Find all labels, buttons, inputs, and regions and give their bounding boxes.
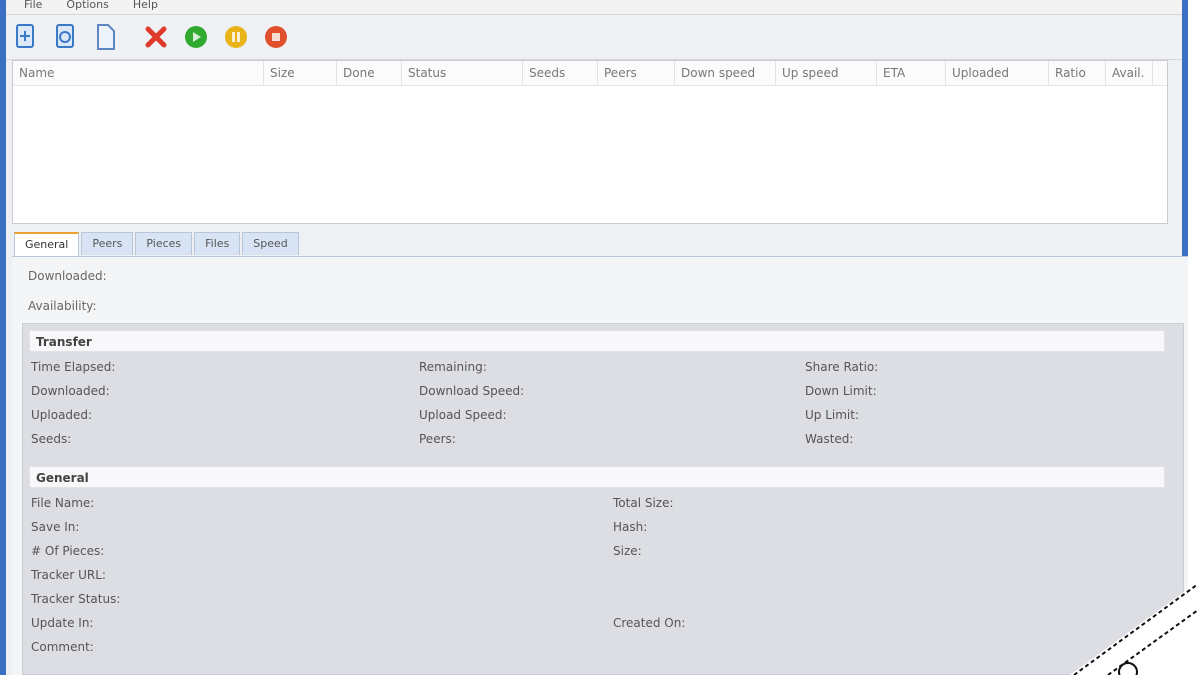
comment-label: Comment: — [31, 640, 94, 654]
toolbar — [6, 15, 1182, 60]
column-down-speed[interactable]: Down speed — [675, 61, 776, 85]
new-torrent-button[interactable] — [92, 23, 120, 51]
pieces-count-label: # Of Pieces: — [31, 544, 105, 558]
details-content: Transfer Time Elapsed: Downloaded: Uploa… — [22, 323, 1184, 675]
stop-button[interactable] — [262, 23, 290, 51]
column-up-speed[interactable]: Up speed — [776, 61, 877, 85]
transfer-uploaded-label: Uploaded: — [31, 408, 93, 422]
share-ratio-label: Share Ratio: — [805, 360, 879, 374]
update-in-label: Update In: — [31, 616, 94, 630]
general-section-title: General — [29, 466, 1165, 488]
downloaded-label: Downloaded: — [28, 269, 107, 283]
start-icon — [185, 26, 207, 48]
download-speed-label: Download Speed: — [419, 384, 525, 398]
tab-pieces[interactable]: Pieces — [135, 232, 193, 255]
resize-grip-icon[interactable] — [1070, 580, 1200, 675]
menu-help[interactable]: Help — [133, 0, 158, 14]
remove-button[interactable] — [142, 23, 170, 51]
transfer-downloaded-label: Downloaded: — [31, 384, 110, 398]
column-size[interactable]: Size — [264, 61, 337, 85]
size-label: Size: — [613, 544, 642, 558]
add-torrent-button[interactable] — [12, 23, 40, 51]
app-window: File Options Help Name Size Done Status … — [0, 0, 1188, 675]
file-name-label: File Name: — [31, 496, 95, 510]
torrent-list[interactable]: Name Size Done Status Seeds Peers Down s… — [12, 60, 1168, 224]
column-name[interactable]: Name — [13, 61, 264, 85]
new-file-icon — [97, 24, 115, 50]
tracker-status-label: Tracker Status: — [31, 592, 121, 606]
created-on-label: Created On: — [613, 616, 686, 630]
total-size-label: Total Size: — [613, 496, 674, 510]
stop-icon — [265, 26, 287, 48]
column-peers[interactable]: Peers — [598, 61, 675, 85]
menu-bar: File Options Help — [6, 0, 1182, 15]
tab-peers[interactable]: Peers — [81, 232, 134, 255]
time-elapsed-label: Time Elapsed: — [31, 360, 116, 374]
tab-speed[interactable]: Speed — [242, 232, 299, 255]
column-uploaded[interactable]: Uploaded — [946, 61, 1049, 85]
down-limit-label: Down Limit: — [805, 384, 877, 398]
up-limit-label: Up Limit: — [805, 408, 860, 422]
peers-label: Peers: — [419, 432, 456, 446]
menu-file[interactable]: File — [24, 0, 42, 14]
column-done[interactable]: Done — [337, 61, 402, 85]
general-panel: Downloaded: Availability: Transfer Time … — [12, 257, 1188, 675]
menu-options[interactable]: Options — [66, 0, 108, 14]
column-status[interactable]: Status — [402, 61, 523, 85]
add-url-button[interactable] — [52, 23, 80, 51]
remaining-label: Remaining: — [419, 360, 487, 374]
column-ratio[interactable]: Ratio — [1049, 61, 1106, 85]
torrent-list-header: Name Size Done Status Seeds Peers Down s… — [13, 61, 1167, 86]
tab-general[interactable]: General — [14, 232, 80, 256]
column-seeds[interactable]: Seeds — [523, 61, 598, 85]
tab-files[interactable]: Files — [194, 232, 241, 255]
add-url-icon — [56, 24, 74, 48]
start-button[interactable] — [182, 23, 210, 51]
upload-speed-label: Upload Speed: — [419, 408, 507, 422]
wasted-label: Wasted: — [805, 432, 854, 446]
column-avail[interactable]: Avail. — [1106, 61, 1153, 85]
remove-icon — [145, 26, 167, 48]
availability-label: Availability: — [28, 299, 97, 313]
seeds-label: Seeds: — [31, 432, 72, 446]
hash-label: Hash: — [613, 520, 648, 534]
pause-icon — [225, 26, 247, 48]
save-in-label: Save In: — [31, 520, 80, 534]
column-eta[interactable]: ETA — [877, 61, 946, 85]
detail-tabs: General Peers Pieces Files Speed — [14, 232, 299, 256]
pause-button[interactable] — [222, 23, 250, 51]
add-torrent-icon — [16, 24, 34, 48]
tracker-url-label: Tracker URL: — [31, 568, 106, 582]
transfer-section-title: Transfer — [29, 330, 1165, 352]
